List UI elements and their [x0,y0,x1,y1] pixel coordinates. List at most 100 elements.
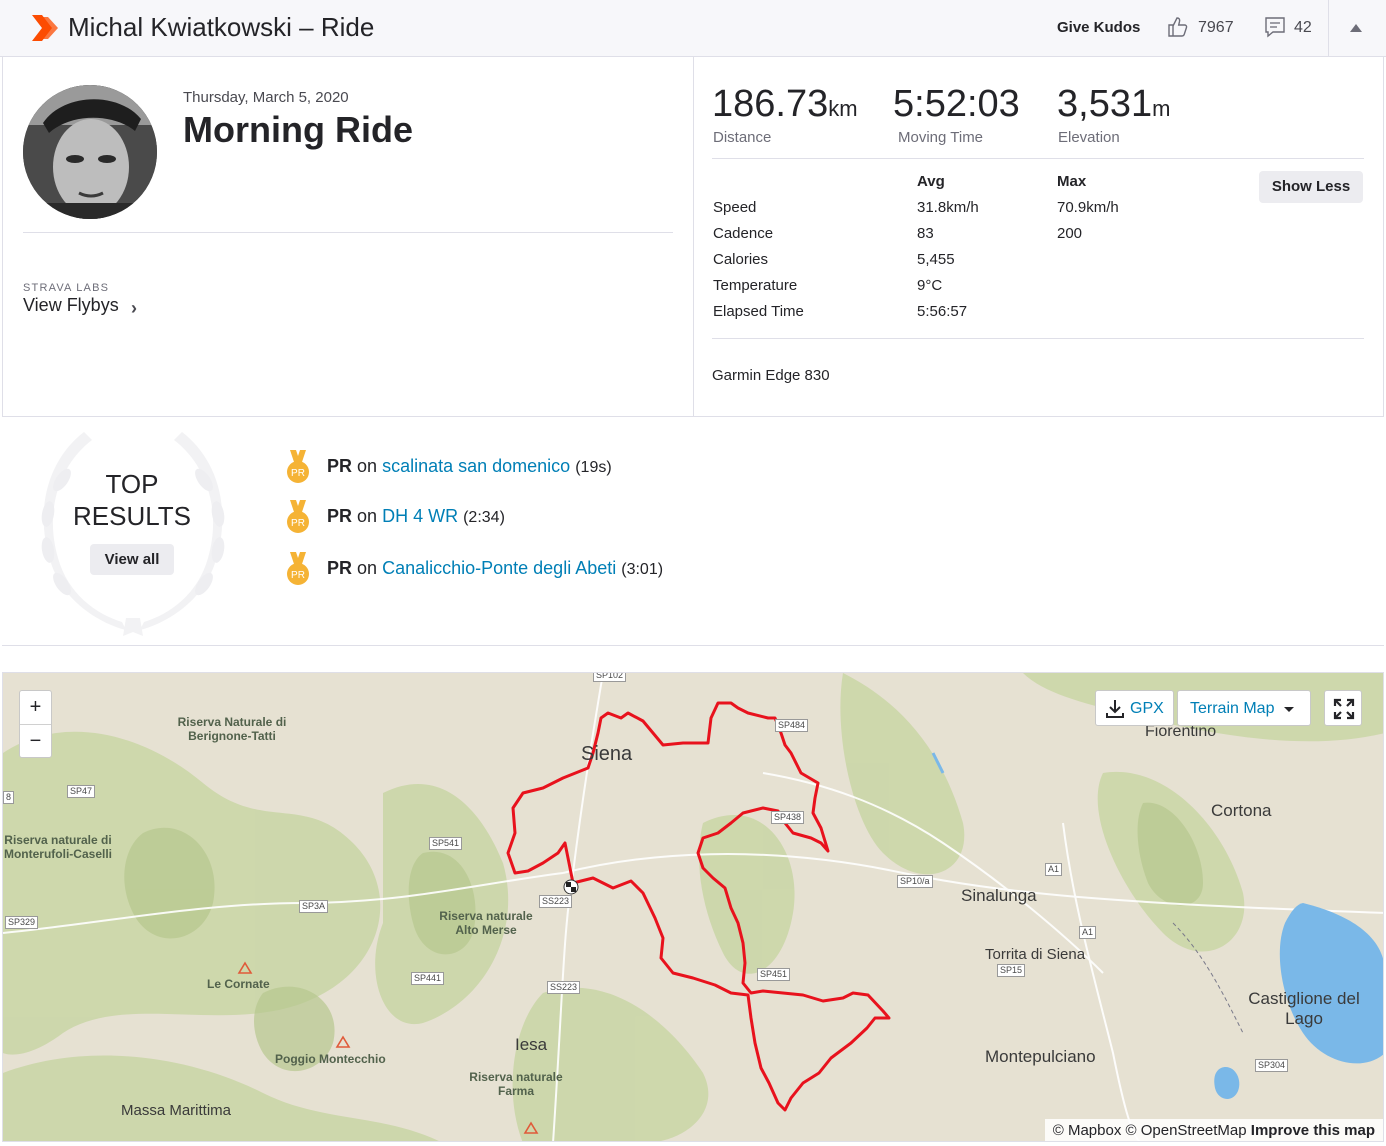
gpx-label: GPX [1130,700,1164,717]
collapse-arrow-icon[interactable] [1350,24,1362,32]
map-label-massa: Massa Marittima [121,1102,232,1119]
pr-label: PR [327,558,353,578]
thumbs-up-icon[interactable] [1166,15,1190,39]
map-label-reserve: Riserva Naturale di Berignone-Tatti [177,715,287,743]
top-results-title: TOP RESULTS [62,468,202,532]
road-shield: A1 [1045,863,1063,876]
moving-time-label: Moving Time [898,129,984,146]
stat-row-max: 200 [1057,225,1083,242]
attribution-text[interactable]: © Mapbox © OpenStreetMap [1053,1122,1247,1139]
stat-row-label: Calories [713,251,769,268]
chevron-right-icon[interactable]: › [131,298,137,319]
route-map[interactable]: Siena Fiorentino Cortona Sinalunga Torri… [2,672,1384,1142]
road-shield: SP541 [429,837,463,850]
map-type-label: Terrain Map [1190,700,1275,717]
strava-chevron-icon[interactable] [30,13,60,43]
activity-date: Thursday, March 5, 2020 [183,89,349,106]
zoom-in-button[interactable]: + [20,691,51,724]
elevation-stat: 3,531m [1057,83,1170,126]
road-shield: SP438 [771,811,805,824]
map-label-montepulciano: Montepulciano [985,1047,1096,1066]
device-name: Garmin Edge 830 [712,367,830,384]
elevation-value: 3,531 [1057,83,1153,125]
pr-time: (19s) [575,459,612,476]
segment-link[interactable]: Canalicchio-Ponte degli Abeti [382,558,616,578]
top-results-section: TOP RESULTS View all PR PR on scalinata … [2,418,1384,646]
map-label-le-cornate: Le Cornate [207,977,270,991]
comment-icon[interactable] [1264,16,1286,38]
pr-label: PR [327,456,353,476]
divider [712,158,1364,159]
athlete-panel: Thursday, March 5, 2020 Morning Ride STR… [3,57,694,416]
elevation-label: Elevation [1058,129,1120,146]
view-all-button[interactable]: View all [90,544,174,575]
avatar[interactable] [23,85,157,219]
road-shield: SP304 [1255,1059,1289,1072]
road-shield: SP451 [757,968,791,981]
map-terrain[interactable] [3,673,1384,1142]
pr-text: PR on scalinata san domenico (19s) [327,456,612,477]
pr-badge-text: PR [291,570,305,581]
stat-row-avg: 83 [917,225,934,242]
map-label-castiglione: Castiglione del Lago [1248,989,1360,1028]
distance-label: Distance [713,129,772,146]
activity-summary: Thursday, March 5, 2020 Morning Ride STR… [2,57,1384,417]
pr-time: (3:01) [621,561,664,578]
map-label-iesa: Iesa [515,1035,548,1054]
map-label-siena: Siena [581,743,633,765]
road-shield: A1 [1079,926,1097,939]
moving-time-value: 5:52:03 [893,83,1020,125]
activity-name: Morning Ride [183,109,413,150]
header-divider [1328,0,1329,57]
pr-medal-icon: PR [287,450,309,483]
stat-row-label: Speed [713,199,757,216]
stat-row-max: 70.9km/h [1057,199,1119,216]
page-title: Michal Kwiatkowski – Ride [68,12,375,42]
kudos-count[interactable]: 7967 [1198,19,1234,37]
gpx-download-button[interactable]: GPX [1095,690,1174,726]
map-type-select[interactable]: Terrain Map [1177,690,1311,726]
improve-map-link[interactable]: Improve this map [1251,1122,1375,1139]
road-shield: SP3A [299,900,329,913]
map-attribution[interactable]: © Mapbox © OpenStreetMap Improve this ma… [1044,1119,1383,1141]
divider [23,232,673,233]
athlete-photo [23,85,157,219]
pr-medal-icon: PR [287,500,309,533]
pr-badge-text: PR [291,518,305,529]
road-shield: SP441 [411,972,445,985]
map-label-cortona: Cortona [1211,801,1272,820]
stat-row-avg: 9°C [917,277,943,294]
distance-unit: km [828,96,858,121]
stat-row-avg: 31.8km/h [917,199,979,216]
map-label-reserve: Riserva naturale Alto Merse [439,909,533,937]
show-less-button[interactable]: Show Less [1259,171,1363,203]
view-flybys-link[interactable]: View Flybys [23,295,119,316]
road-shield: 8 [3,791,15,804]
road-shield: SP15 [997,964,1026,977]
pr-label: PR [327,506,353,526]
road-shield: SP102 [593,673,627,682]
map-label-reserve: Riserva naturale di Monterufoli-Caselli [3,833,112,861]
pr-text: PR on DH 4 WR (2:34) [327,506,505,527]
segment-link[interactable]: scalinata san domenico [382,456,570,476]
road-shield: SP10/a [897,875,933,888]
top-results-line2: RESULTS [73,501,191,531]
stat-row-label: Cadence [713,225,774,242]
pr-on: on [357,506,378,526]
zoom-out-button[interactable]: − [20,725,51,758]
expand-icon [1333,698,1355,720]
stat-row-label: Elapsed Time [713,303,804,320]
road-shield: SS223 [539,895,573,908]
comment-count[interactable]: 42 [1294,19,1312,37]
give-kudos-button[interactable]: Give Kudos [1057,19,1140,36]
fullscreen-button[interactable] [1324,690,1362,726]
elevation-unit: m [1152,96,1171,121]
pr-time: (2:34) [463,509,505,526]
map-label-sinalunga: Sinalunga [961,886,1037,905]
segment-link[interactable]: DH 4 WR [382,506,458,526]
map-label-poggio: Poggio Montecchio [275,1052,386,1066]
road-shield: SP47 [67,785,96,798]
road-shield: SS223 [547,981,581,994]
pr-medal-icon: PR [287,552,309,585]
stat-row-avg: 5:56:57 [917,303,968,320]
